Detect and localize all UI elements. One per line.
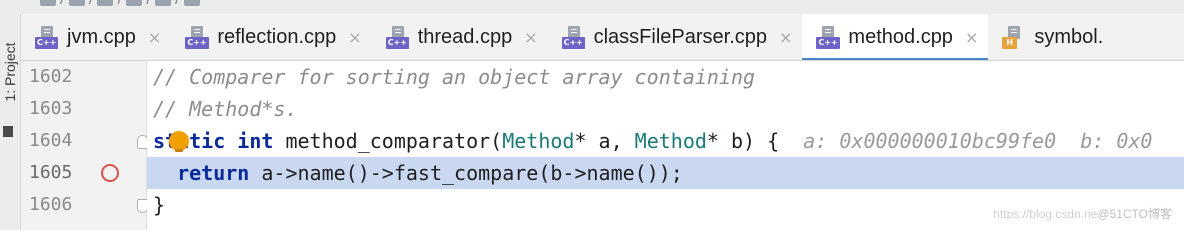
code-token-type: Method [502, 129, 575, 153]
close-icon[interactable]: × [148, 28, 161, 47]
file-type-badge: C++ [185, 37, 209, 49]
cpp-file-icon: C++ [385, 25, 410, 49]
tab-reflection-cpp[interactable]: C++ reflection.cpp × [171, 14, 371, 60]
breadcrumb-separator: / [175, 0, 180, 9]
close-icon[interactable]: × [348, 28, 361, 47]
file-type-badge: C++ [561, 37, 585, 49]
navigation-bar: / / / / / [0, 0, 1184, 14]
folder-icon[interactable] [40, 0, 56, 6]
close-icon[interactable]: × [524, 28, 537, 47]
code-token-ident [153, 161, 177, 185]
tab-thread-cpp[interactable]: C++ thread.cpp × [372, 14, 548, 60]
tab-label: reflection.cpp [217, 25, 337, 48]
close-icon[interactable]: × [779, 28, 792, 47]
editor-gutter[interactable]: 1602 1603 1604 1605 1606 [21, 61, 148, 230]
breakpoint-icon[interactable] [101, 164, 119, 182]
code-token-comment: // Method*s. [153, 97, 298, 121]
folder-icon[interactable] [68, 0, 85, 6]
project-tool-icon[interactable] [3, 126, 13, 137]
code-token-kw: return [177, 161, 250, 185]
file-type-badge: C++ [385, 37, 409, 49]
folder-icon[interactable] [126, 0, 143, 6]
line-number: 1603 [29, 98, 73, 119]
cpp-file-icon: C++ [35, 25, 59, 49]
code-line: // Comparer for sorting an object array … [147, 61, 1184, 93]
folder-icon[interactable] [154, 0, 171, 6]
tab-method-cpp[interactable]: C++ method.cpp × [802, 14, 989, 60]
breadcrumb-separator: / [89, 0, 94, 9]
file-type-badge: H [1002, 37, 1018, 49]
cpp-file-icon[interactable] [183, 0, 200, 6]
tab-symbol[interactable]: Hsymbol. [988, 14, 1113, 60]
code-line: // Method*s. [147, 93, 1184, 125]
code-token-ident: a->name()->fast_compare(b->name()); [249, 161, 683, 185]
watermark: https://blog.csdn.ne@51CTO博客 [993, 205, 1172, 222]
breadcrumb: / / / / / [40, 0, 200, 9]
breadcrumb-separator: / [117, 0, 122, 9]
cpp-file-icon: C++ [561, 25, 586, 49]
breadcrumb-separator: / [146, 0, 151, 9]
file-type-badge: C++ [35, 37, 59, 49]
cpp-file-icon: C++ [185, 25, 209, 49]
tab-jvm-cpp[interactable]: C++ jvm.cpp × [21, 14, 171, 60]
tab-label: thread.cpp [417, 25, 513, 48]
code-token-kw: static [153, 129, 226, 153]
code-token-ident [225, 129, 237, 153]
tab-label: method.cpp [848, 25, 953, 48]
tab-label: classFileParser.cpp [593, 25, 768, 48]
code-token-ident: } [153, 193, 166, 217]
code-token-type: Method [634, 129, 707, 153]
code-token-ident: * b) { [706, 129, 804, 153]
tool-window-strip: 1: Project [0, 14, 21, 230]
watermark-url: https://blog.csdn.ne [993, 207, 1098, 221]
line-number: 1605 [29, 162, 73, 183]
line-number: 1606 [29, 194, 73, 215]
lightbulb-icon[interactable] [169, 131, 189, 152]
code-token-kw: int [237, 129, 274, 153]
watermark-brand: @51CTO博客 [1097, 207, 1172, 221]
line-number: 1602 [29, 66, 73, 87]
tab-label: jvm.cpp [67, 25, 136, 48]
tab-classfileparser-cpp[interactable]: C++ classFileParser.cpp × [548, 14, 803, 60]
tab-label: symbol. [1034, 25, 1104, 48]
editor-tab-bar: C++ jvm.cpp × C++ reflection.cpp × C++ thread.c… [21, 14, 1184, 61]
project-tool-button[interactable]: 1: Project [2, 40, 18, 104]
cpp-file-icon: C++ [816, 25, 840, 49]
code-token-comment: // Comparer for sorting an object array … [153, 65, 756, 89]
line-number: 1604 [29, 130, 73, 151]
file-type-badge: C++ [816, 37, 840, 49]
header-file-icon: H [1002, 25, 1026, 49]
folder-icon[interactable] [97, 0, 114, 6]
code-line: static int method_comparator(Method* a, … [147, 125, 1184, 157]
code-token-hint: a: 0x000000010bc99fe0 b: 0x0 [803, 129, 1153, 153]
close-icon[interactable]: × [965, 28, 978, 47]
code-token-ident: * a, [574, 129, 635, 153]
code-line: return a->name()->fast_compare(b->name()… [147, 157, 1184, 189]
code-token-ident: method_comparator( [273, 129, 503, 153]
breadcrumb-separator: / [60, 0, 65, 9]
